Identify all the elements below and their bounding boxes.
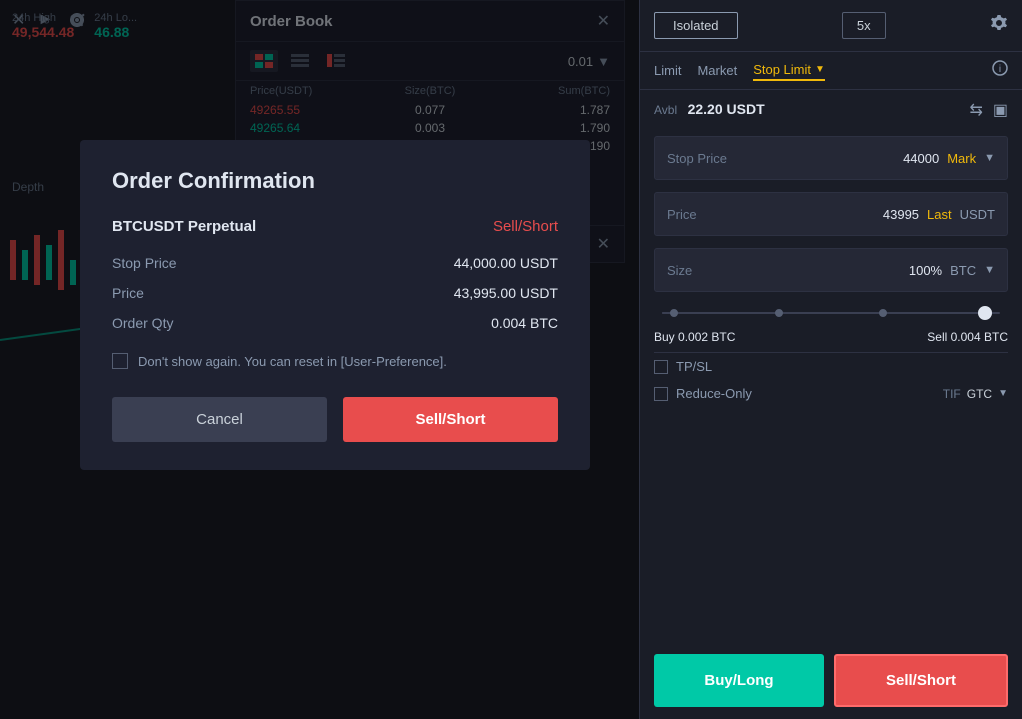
avbl-info: Avbl 22.20 USDT	[654, 101, 765, 119]
tab-stop-limit[interactable]: Stop Limit ▼	[753, 60, 825, 81]
tab-market[interactable]: Market	[697, 61, 737, 80]
slider-track	[662, 312, 1000, 314]
dont-show-text: Don't show again. You can reset in [User…	[138, 354, 447, 369]
isolated-mode-button[interactable]: Isolated	[654, 12, 738, 39]
modal-checkbox-row: Don't show again. You can reset in [User…	[112, 353, 558, 369]
size-input-row: Size 100% BTC ▼	[640, 242, 1022, 298]
tpsl-row: TP/SL	[640, 353, 1022, 380]
qty-value: 0.004 BTC	[491, 315, 558, 331]
tif-row: TIF GTC ▼	[943, 387, 1008, 401]
right-panel: Isolated 5x Limit Market Stop Limit ▼ i …	[640, 0, 1022, 719]
sell-info: Sell 0.004 BTC	[927, 330, 1008, 344]
buy-long-button[interactable]: Buy/Long	[654, 654, 824, 707]
calculator-icon[interactable]: ▣	[993, 100, 1008, 120]
rp-top: Isolated 5x	[640, 0, 1022, 52]
stop-price-value: 44,000.00 USDT	[454, 255, 558, 271]
sell-short-button[interactable]: Sell/Short	[834, 654, 1008, 707]
transfer-icon[interactable]: ⇆	[969, 100, 982, 120]
buy-sell-info: Buy 0.002 BTC Sell 0.004 BTC	[640, 328, 1022, 352]
available-balance-row: Avbl 22.20 USDT ⇆ ▣	[640, 90, 1022, 130]
slider-thumb[interactable]	[978, 306, 992, 320]
modal-qty-row: Order Qty 0.004 BTC	[112, 315, 558, 331]
modal-buttons: Cancel Sell/Short	[112, 397, 558, 442]
order-type-tabs: Limit Market Stop Limit ▼ i	[640, 52, 1022, 90]
order-confirmation-modal: Order Confirmation BTCUSDT Perpetual Sel…	[80, 140, 590, 470]
modal-overlay: Order Confirmation BTCUSDT Perpetual Sel…	[0, 0, 639, 719]
bottom-action-buttons: Buy/Long Sell/Short	[640, 642, 1022, 719]
leverage-button[interactable]: 5x	[842, 12, 886, 39]
order-type-info-icon[interactable]: i	[992, 60, 1008, 81]
size-input[interactable]: Size 100% BTC ▼	[654, 248, 1008, 292]
tif-dropdown-icon[interactable]: ▼	[998, 388, 1008, 399]
stop-price-input-row: Stop Price 44000 Mark ▼	[640, 130, 1022, 186]
price-input[interactable]: Price 43995 Last USDT	[654, 192, 1008, 236]
slider-dot-50[interactable]	[879, 309, 887, 317]
modal-stop-price-row: Stop Price 44,000.00 USDT	[112, 255, 558, 271]
tif-label: TIF	[943, 387, 961, 401]
size-dropdown-icon[interactable]: ▼	[984, 264, 995, 276]
reduce-only-checkbox[interactable]	[654, 387, 668, 401]
modal-contract-row: BTCUSDT Perpetual Sell/Short	[112, 218, 558, 235]
tab-limit[interactable]: Limit	[654, 61, 681, 80]
settings-icon[interactable]	[990, 14, 1008, 37]
stop-price-label: Stop Price	[112, 255, 177, 271]
size-slider[interactable]	[640, 298, 1022, 328]
modal-price-row: Price 43,995.00 USDT	[112, 285, 558, 301]
qty-label: Order Qty	[112, 315, 173, 331]
price-label: Price	[112, 285, 144, 301]
rp-mode-buttons: Isolated	[654, 12, 738, 39]
tpsl-label: TP/SL	[676, 359, 712, 374]
reduce-only-label: Reduce-Only	[676, 386, 752, 401]
price-input-row: Price 43995 Last USDT	[640, 186, 1022, 242]
slider-dots	[670, 309, 992, 317]
direction-label: Sell/Short	[493, 218, 558, 235]
buy-info: Buy 0.002 BTC	[654, 330, 735, 344]
stop-price-dropdown-icon[interactable]: ▼	[984, 152, 995, 164]
tif-value: GTC	[967, 387, 992, 401]
left-panel: ✕ ► 24h High 49,544.48 24h Lo... 46.88 D…	[0, 0, 640, 719]
modal-title: Order Confirmation	[112, 168, 558, 194]
reduce-only-row: Reduce-Only TIF GTC ▼	[640, 380, 1022, 407]
confirm-sell-short-button[interactable]: Sell/Short	[343, 397, 558, 442]
contract-name: BTCUSDT Perpetual	[112, 218, 256, 235]
dont-show-checkbox[interactable]	[112, 353, 128, 369]
tpsl-checkbox[interactable]	[654, 360, 668, 374]
cancel-button[interactable]: Cancel	[112, 397, 327, 442]
price-value: 43,995.00 USDT	[454, 285, 558, 301]
slider-dot-0[interactable]	[670, 309, 678, 317]
avbl-icons: ⇆ ▣	[969, 100, 1008, 120]
slider-dot-25[interactable]	[775, 309, 783, 317]
stop-price-input[interactable]: Stop Price 44000 Mark ▼	[654, 136, 1008, 180]
svg-text:i: i	[999, 64, 1001, 75]
